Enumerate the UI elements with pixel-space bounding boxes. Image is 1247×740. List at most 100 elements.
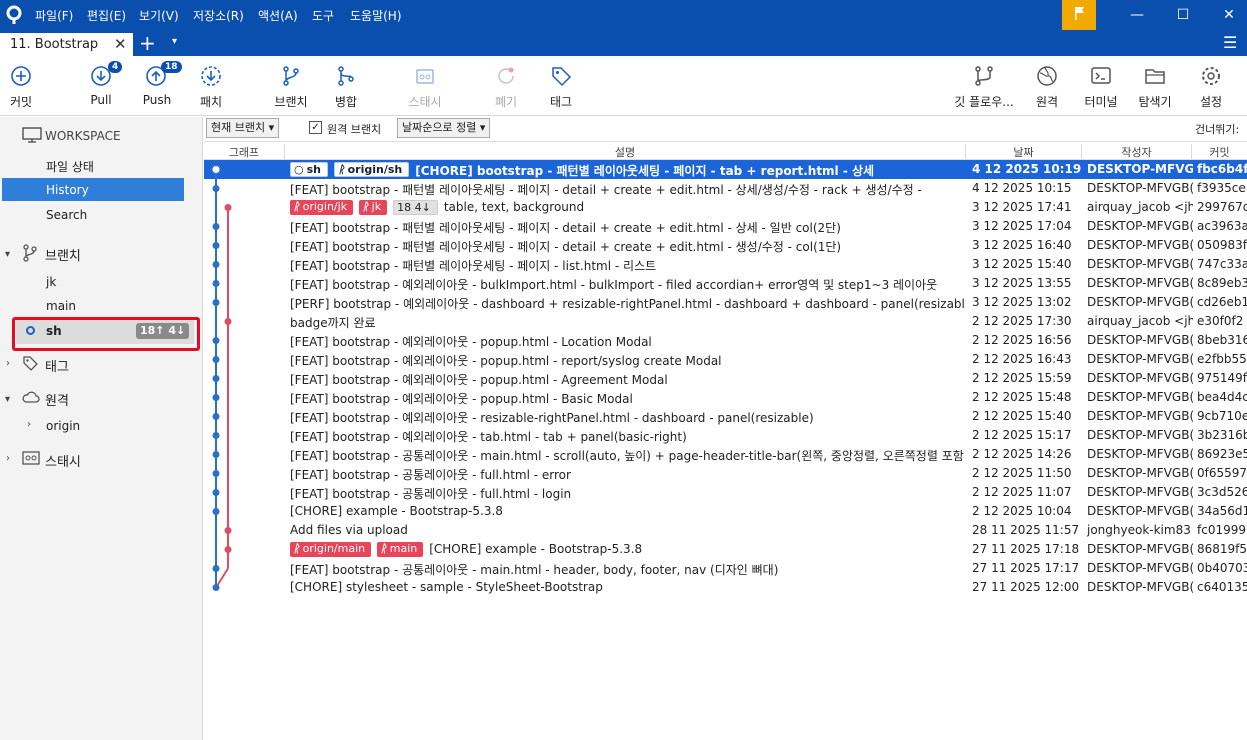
ref-label[interactable]: ᚱ origin/jk [290,200,354,215]
tags-heading[interactable]: 태그 [45,356,69,375]
maximize-button[interactable]: ☐ [1159,0,1207,30]
col-graph[interactable]: 그래프 [204,144,284,159]
commit-node[interactable] [212,584,220,591]
menu-actions[interactable]: 액션(A) [258,7,298,24]
commit-node[interactable] [212,280,220,287]
ref-label[interactable]: ᚱ main [377,542,424,557]
commit-node[interactable] [224,527,232,534]
commit-row[interactable]: [FEAT] bootstrap - 예외레이아웃 - resizable-ri… [204,407,1247,426]
commit-node[interactable] [212,508,220,515]
commit-node[interactable] [212,375,220,382]
col-description[interactable]: 설명 [284,144,965,159]
menu-view[interactable]: 보기(V) [139,7,179,24]
discard-button[interactable]: 폐기 [488,56,524,114]
tag-button[interactable]: 태그 [542,56,580,114]
settings-button[interactable]: 설정 [1192,56,1230,114]
commit-node[interactable] [210,164,222,175]
commit-row[interactable]: [FEAT] bootstrap - 공통레이아웃 - main.html - … [204,559,1247,578]
commit-row[interactable]: [FEAT] bootstrap - 패턴별 레이아웃세팅 - 페이지 - de… [204,217,1247,236]
ref-label[interactable]: ᚱ origin/sh [334,162,410,177]
commit-node[interactable] [212,223,220,230]
sidebar-item-branch-main[interactable]: main [46,299,76,313]
chevron-right-icon[interactable]: › [6,358,10,369]
menu-file[interactable]: 파일(F) [35,7,73,24]
menu-repository[interactable]: 저장소(R) [193,7,244,24]
chevron-down-icon[interactable]: ▾ [5,249,10,260]
minimize-button[interactable]: — [1113,0,1161,30]
commit-row[interactable]: [PERF] bootstrap - 예외레이아웃 - dashboard + … [204,293,1247,312]
commit-node[interactable] [224,204,232,211]
sidebar-item-file-status[interactable]: 파일 상태 [46,158,94,175]
col-commit[interactable]: 커밋 [1191,144,1247,159]
stash-heading[interactable]: 스태시 [45,451,81,470]
commit-node[interactable] [212,470,220,477]
remote-branch-checkbox[interactable]: ✓ [309,121,322,134]
sidebar-item-history[interactable]: History [2,178,184,201]
sort-dropdown[interactable]: 날짜순으로 정렬 ▾ [397,118,491,138]
commit-row[interactable]: [FEAT] bootstrap - 패턴별 레이아웃세팅 - 페이지 - li… [204,255,1247,274]
commit-node[interactable] [212,356,220,363]
commit-row[interactable]: [CHORE] stylesheet - sample - StyleSheet… [204,578,1247,597]
col-date[interactable]: 날짜 [965,144,1081,159]
commit-row[interactable]: ᚱ origin/main ᚱ main [CHORE] example - Boots… [204,540,1247,559]
terminal-button[interactable]: 터미널 [1080,56,1122,114]
commit-node[interactable] [212,432,220,439]
remote-button[interactable]: 원격 [1028,56,1066,114]
commit-node[interactable] [224,546,232,553]
chevron-right-icon[interactable]: › [6,453,10,464]
commit-row[interactable]: [CHORE] example - Bootstrap-5.3.8 2 12 20… [204,502,1247,521]
commit-row[interactable]: [FEAT] bootstrap - 패턴별 레이아웃세팅 - 페이지 - de… [204,179,1247,198]
explorer-button[interactable]: 탐색기 [1134,56,1176,114]
new-tab-button[interactable]: + [139,31,156,55]
commit-node[interactable] [212,185,220,192]
menu-tools[interactable]: 도구 [312,7,334,24]
commit-node[interactable] [212,489,220,496]
flag-button[interactable] [1062,0,1096,30]
remotes-heading[interactable]: 원격 [45,390,69,409]
ref-label[interactable]: ○ sh [290,162,328,177]
pull-button[interactable]: 4 Pull [82,56,123,114]
commit-row[interactable]: [FEAT] bootstrap - 패턴별 레이아웃세팅 - 페이지 - de… [204,236,1247,255]
sidebar-item-remote-origin[interactable]: origin [46,419,80,433]
branch-filter-dropdown[interactable]: 현재 브랜치 ▾ [206,118,280,138]
commit-node[interactable] [212,413,220,420]
sidebar-item-branch-jk[interactable]: jk [46,275,56,289]
commit-row[interactable]: [FEAT] bootstrap - 예외레이아웃 - popup.html -… [204,331,1247,350]
commit-node[interactable] [212,299,220,306]
commit-node[interactable] [212,451,220,458]
commit-node[interactable] [212,242,220,249]
ref-label[interactable]: ᚱ origin/main [290,542,372,557]
tab-dropdown-icon[interactable]: ▾ [172,36,177,47]
commit-node[interactable] [212,565,220,572]
hamburger-menu-icon[interactable]: ☰ [1223,33,1237,52]
commit-row[interactable]: [FEAT] bootstrap - 예외레이아웃 - tab.html - t… [204,426,1247,445]
commit-node[interactable] [212,261,220,268]
commit-row[interactable]: badge까지 완료 2 12 2025 17:30 airquay_jacob <… [204,312,1247,331]
stash-button[interactable]: 스태시 [404,56,446,114]
commit-row[interactable]: ○ sh ᚱ origin/sh [CHORE] bootstrap - 패턴별 레이아… [204,160,1247,179]
commit-row[interactable]: [FEAT] bootstrap - 예외레이아웃 - popup.html -… [204,350,1247,369]
commit-node[interactable] [212,394,220,401]
merge-button[interactable]: 병합 [328,56,364,114]
commit-button[interactable]: 커밋 [0,56,42,114]
branches-heading[interactable]: 브랜치 [45,245,81,264]
sidebar-item-search[interactable]: Search [46,208,87,222]
commit-row[interactable]: [FEAT] bootstrap - 공통레이아웃 - main.html - … [204,445,1247,464]
push-button[interactable]: 18 Push [136,56,182,114]
commit-row[interactable]: [FEAT] bootstrap - 공통레이아웃 - full.html - … [204,483,1247,502]
tab-repository[interactable]: 11. Bootstrap ✕ [0,33,133,56]
ref-label[interactable]: 18 4↓ [393,200,438,215]
commit-row[interactable]: Add files via upload 28 11 2025 11:57 jong… [204,521,1247,540]
ref-label[interactable]: ᚱ jk [359,200,388,215]
commit-row[interactable]: [FEAT] bootstrap - 예외레이아웃 - popup.html -… [204,369,1247,388]
chevron-right-icon[interactable]: › [27,419,31,430]
commit-node[interactable] [212,337,220,344]
menu-help[interactable]: 도움말(H) [350,7,402,24]
commit-row[interactable]: [FEAT] bootstrap - 예외레이아웃 - bulkImport.h… [204,274,1247,293]
branch-button[interactable]: 브랜치 [270,56,312,114]
tab-close-icon[interactable]: ✕ [114,35,127,53]
commit-row[interactable]: ᚱ origin/jk ᚱ jk 18 4↓ table, text, backgroun… [204,198,1247,217]
fetch-button[interactable]: 패치 [192,56,230,114]
col-author[interactable]: 작성자 [1081,144,1191,159]
gitflow-button[interactable]: 깃 플로우... [950,56,1018,114]
